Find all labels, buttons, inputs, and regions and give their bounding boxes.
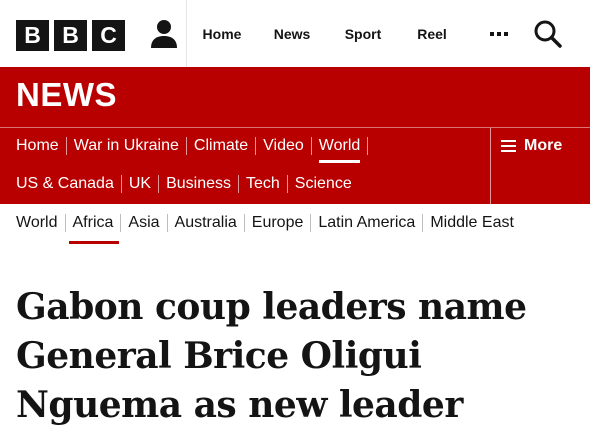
headline-line: General Brice Oligui	[16, 335, 422, 377]
global-nav: Home News Sport Reel	[187, 0, 465, 67]
subnav-separator	[422, 214, 424, 232]
nav-item-tech[interactable]: Tech	[246, 175, 280, 193]
global-nav-reel[interactable]: Reel	[399, 0, 465, 67]
nav-separator	[310, 137, 312, 155]
news-wordmark[interactable]: NEWS	[16, 76, 117, 114]
nav-separator	[367, 137, 369, 155]
secondary-nav: US & Canada UK Business Tech Science	[16, 166, 352, 202]
bbc-logo-letter: B	[54, 20, 87, 51]
subnav-item-europe[interactable]: Europe	[252, 214, 304, 232]
more-menu-label: More	[524, 137, 563, 154]
bbc-logo-letter: B	[16, 20, 49, 51]
nav-item-video[interactable]: Video	[263, 137, 304, 155]
nav-item-home[interactable]: Home	[16, 137, 59, 155]
nav-separator	[286, 175, 288, 193]
subnav-separator	[243, 214, 245, 232]
bbc-logo-letter: C	[92, 20, 125, 51]
nav-item-climate[interactable]: Climate	[194, 137, 248, 155]
subnav-item-middle-east[interactable]: Middle East	[430, 214, 514, 232]
bbc-logo[interactable]: B B C	[16, 20, 125, 51]
global-header: B B C Home News Sport Reel	[0, 0, 590, 67]
subnav-separator	[120, 214, 122, 232]
subnav-separator	[64, 214, 66, 232]
primary-nav: Home War in Ukraine Climate Video World	[16, 128, 375, 164]
nav-separator	[65, 137, 67, 155]
search-icon[interactable]	[532, 18, 564, 50]
subnav-item-africa[interactable]: Africa	[68, 214, 120, 244]
nav-separator	[255, 137, 257, 155]
ellipsis-icon[interactable]	[481, 18, 517, 50]
subnav-separator	[310, 214, 312, 232]
global-nav-sport[interactable]: Sport	[327, 0, 399, 67]
region-subnav: World Africa Asia Australia Europe Latin…	[16, 204, 514, 244]
headline-line: Nguema as new leader	[16, 384, 463, 426]
subnav-item-world[interactable]: World	[16, 214, 58, 232]
nav-separator	[238, 175, 239, 193]
nav-item-world[interactable]: World	[318, 137, 360, 163]
nav-item-us-canada[interactable]: US & Canada	[16, 175, 114, 193]
hamburger-icon	[501, 140, 516, 152]
subnav-item-asia[interactable]: Asia	[128, 214, 159, 232]
nav-item-science[interactable]: Science	[295, 175, 352, 193]
nav-item-uk[interactable]: UK	[129, 175, 151, 193]
article-headline: Gabon coup leaders name General Brice Ol…	[16, 283, 581, 430]
nav-item-war-in-ukraine[interactable]: War in Ukraine	[74, 137, 179, 155]
nav-item-business[interactable]: Business	[166, 175, 231, 193]
subnav-item-latin-america[interactable]: Latin America	[318, 214, 415, 232]
more-menu-button[interactable]: More	[490, 128, 590, 204]
headline-line: Gabon coup leaders name	[16, 286, 527, 328]
subnav-item-australia[interactable]: Australia	[175, 214, 237, 232]
account-icon[interactable]	[148, 18, 180, 50]
global-nav-home[interactable]: Home	[187, 0, 257, 67]
nav-separator	[120, 175, 122, 193]
nav-separator	[185, 137, 187, 155]
nav-separator	[158, 175, 160, 193]
global-nav-news[interactable]: News	[257, 0, 327, 67]
subnav-separator	[166, 214, 168, 232]
